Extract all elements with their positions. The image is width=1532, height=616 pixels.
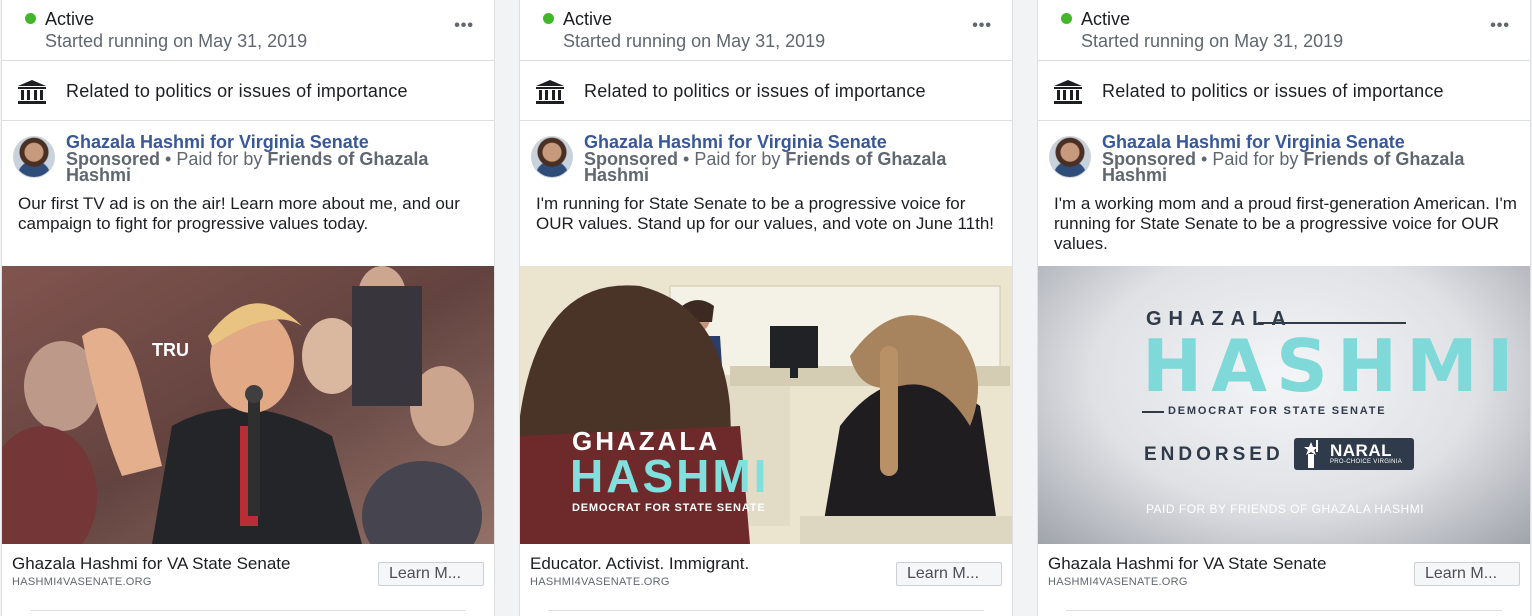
bank-icon	[1054, 80, 1082, 104]
status-label: Active	[563, 9, 613, 29]
status-label: Active	[45, 9, 95, 29]
divider	[548, 610, 984, 611]
ad-card: Active Started running on May 31, 2019 •…	[1, 0, 495, 616]
active-status-icon	[543, 13, 554, 24]
overlay-subtitle: DEMOCRAT FOR STATE SENATE	[572, 502, 766, 514]
ad-body-text: Our first TV ad is on the air! Learn mor…	[18, 194, 460, 233]
category-row: Related to politics or issues of importa…	[520, 61, 1012, 121]
divider	[1066, 610, 1502, 611]
paid-for-prefix: • Paid for by	[1196, 149, 1304, 169]
overlay-last-name: HASHMI	[570, 450, 770, 502]
more-options-icon[interactable]: •••	[1490, 17, 1510, 35]
sponsored-line: Sponsored • Paid for by Friends of Ghaza…	[66, 149, 486, 184]
page-avatar[interactable]	[13, 136, 55, 178]
ad-media-image[interactable]: GHAZALA HASHMI DEMOCRAT FOR STATE SENATE…	[1038, 266, 1530, 544]
learn-more-button[interactable]: Learn M...	[1414, 562, 1520, 586]
naral-logo: NARAL PRO-CHOICE VIRGINIA	[1294, 438, 1414, 470]
ad-media-image[interactable]: TRU	[2, 266, 494, 544]
link-domain: HASHMI4VASENATE.ORG	[530, 576, 670, 588]
category-row: Related to politics or issues of importa…	[1038, 61, 1530, 121]
naral-name: NARAL	[1330, 441, 1392, 460]
sponsored-line: Sponsored • Paid for by Friends of Ghaza…	[584, 149, 1004, 184]
graphic-rule	[1142, 411, 1164, 413]
ad-status-row: Active Started running on May 31, 2019 •…	[2, 0, 494, 61]
paid-for-prefix: • Paid for by	[678, 149, 786, 169]
ad-card: Active Started running on May 31, 2019 •…	[519, 0, 1013, 616]
start-date: Started running on May 31, 2019	[1081, 31, 1344, 51]
ad-media-image[interactable]: GHAZALA HASHMI DEMOCRAT FOR STATE SENATE	[520, 266, 1012, 544]
start-date: Started running on May 31, 2019	[563, 31, 826, 51]
active-status-icon	[1061, 13, 1072, 24]
ad-status-row: Active Started running on May 31, 2019 •…	[520, 0, 1012, 61]
paid-for-prefix: • Paid for by	[160, 149, 268, 169]
status-label: Active	[1081, 9, 1131, 29]
statue-of-liberty-icon	[1304, 440, 1318, 468]
ad-card: Active Started running on May 31, 2019 •…	[1037, 0, 1531, 616]
active-status-icon	[25, 13, 36, 24]
bank-icon	[536, 80, 564, 104]
bank-icon	[18, 80, 46, 104]
ad-body-text: I'm running for State Senate to be a pro…	[536, 194, 995, 233]
graphic-disclaimer: PAID FOR BY FRIENDS OF GHAZALA HASHMI	[1145, 502, 1425, 516]
category-label: Related to politics or issues of importa…	[66, 81, 408, 101]
sponsored-line: Sponsored • Paid for by Friends of Ghaza…	[1102, 149, 1522, 184]
learn-more-button[interactable]: Learn M...	[378, 562, 484, 586]
category-row: Related to politics or issues of importa…	[2, 61, 494, 121]
naral-subtitle: PRO-CHOICE VIRGINIA	[1330, 459, 1403, 465]
graphic-subtitle: DEMOCRAT FOR STATE SENATE	[1168, 405, 1387, 417]
rally-photo: TRU	[2, 266, 494, 544]
page-avatar[interactable]	[531, 136, 573, 178]
learn-more-button[interactable]: Learn M...	[896, 562, 1002, 586]
divider	[30, 610, 466, 611]
more-options-icon[interactable]: •••	[454, 17, 474, 35]
start-date: Started running on May 31, 2019	[45, 31, 308, 51]
link-title[interactable]: Ghazala Hashmi for VA State Senate	[1048, 554, 1326, 574]
graphic-last-name: HASHMI	[1142, 324, 1523, 408]
ad-body-text: I'm a working mom and a proud first-gene…	[1054, 194, 1517, 253]
page-avatar[interactable]	[1049, 136, 1091, 178]
ad-status-row: Active Started running on May 31, 2019 •…	[1038, 0, 1530, 61]
category-label: Related to politics or issues of importa…	[584, 81, 926, 101]
link-domain: HASHMI4VASENATE.ORG	[1048, 576, 1188, 588]
category-label: Related to politics or issues of importa…	[1102, 81, 1444, 101]
link-title[interactable]: Educator. Activist. Immigrant.	[530, 554, 749, 574]
link-title[interactable]: Ghazala Hashmi for VA State Senate	[12, 554, 290, 574]
link-domain: HASHMI4VASENATE.ORG	[12, 576, 152, 588]
more-options-icon[interactable]: •••	[972, 17, 992, 35]
